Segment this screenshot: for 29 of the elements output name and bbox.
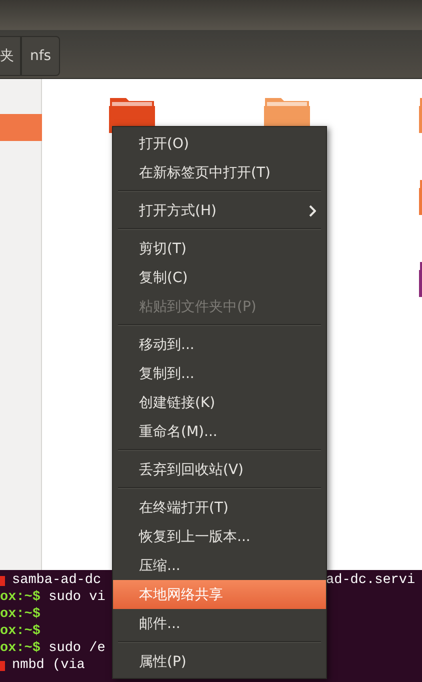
menu-item[interactable]: 复制(C) [113, 263, 326, 292]
path-button[interactable]: nfs [21, 36, 60, 76]
menu-item[interactable]: 属性(P) [113, 647, 326, 676]
terminal-command: sudo vi [48, 590, 106, 605]
path-button[interactable]: 夹 [0, 36, 21, 76]
menu-item[interactable]: 创建链接(K) [113, 388, 326, 417]
menu-item[interactable]: 移动到... [113, 330, 326, 359]
menu-item[interactable]: 打开方式(H) [113, 196, 326, 225]
status-bullet [0, 660, 5, 670]
menu-item[interactable]: 恢复到上一版本... [113, 522, 326, 551]
menu-item[interactable]: 压缩... [113, 551, 326, 580]
status-bullet [0, 576, 5, 586]
menu-item[interactable]: 在终端打开(T) [113, 493, 326, 522]
menu-item[interactable]: 丢弃到回收站(V) [113, 455, 326, 484]
menu-item[interactable]: 剪切(T) [113, 234, 326, 263]
terminal-text: samba-ad-dc [12, 573, 102, 588]
terminal-prompt: ox:~$ [0, 624, 41, 639]
menu-item[interactable]: 在新标签页中打开(T) [113, 158, 326, 187]
terminal-prompt: ox:~$ [0, 590, 41, 605]
terminal-prompt: ox:~$ [0, 607, 41, 622]
chevron-right-icon [308, 204, 316, 216]
terminal-command: sudo /e [48, 641, 106, 656]
menu-item[interactable]: 重命名(M)... [113, 417, 326, 446]
terminal-prompt: ox:~$ [0, 641, 41, 656]
terminal-text: ad-dc.servi [326, 573, 416, 588]
terminal-text: nmbd (via [12, 658, 85, 673]
menu-item[interactable]: 邮件... [113, 609, 326, 638]
menu-item[interactable]: 打开(O) [113, 129, 326, 158]
menu-item[interactable]: 复制到... [113, 359, 326, 388]
